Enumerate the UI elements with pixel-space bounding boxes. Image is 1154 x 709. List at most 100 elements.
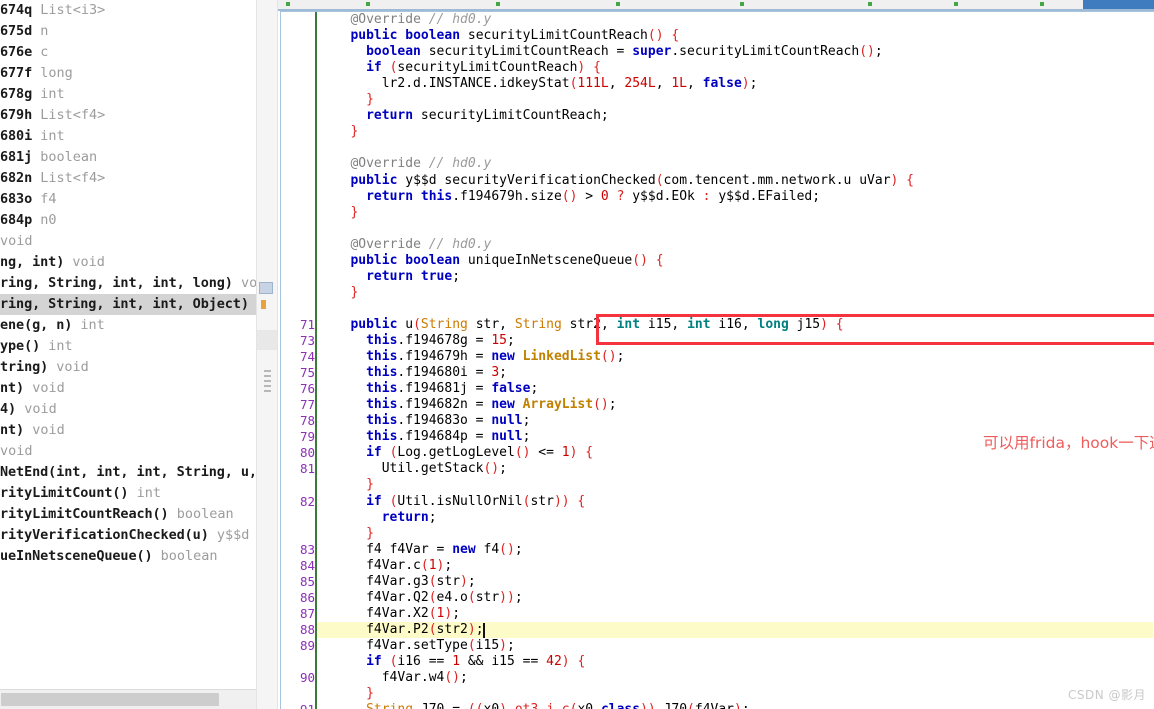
member-row[interactable]: ueInNetsceneQueue() boolean bbox=[0, 546, 256, 567]
member-row[interactable]: tring) void bbox=[0, 357, 256, 378]
member-row[interactable]: ring, String, int, int, Object) v bbox=[0, 294, 256, 315]
member-row[interactable]: rityLimitCountReach() boolean bbox=[0, 504, 256, 525]
code-line[interactable]: lr2.d.INSTANCE.idkeyStat(111L, 254L, 1L,… bbox=[382, 76, 758, 92]
code-line[interactable]: f4Var.X2(1); bbox=[366, 606, 460, 622]
code-token: str, bbox=[475, 316, 515, 332]
code-token: 111L bbox=[577, 76, 609, 92]
editor-top-marker-stripe[interactable] bbox=[278, 0, 1154, 9]
code-token: { bbox=[569, 654, 586, 669]
text-caret bbox=[483, 622, 486, 638]
code-line[interactable]: public boolean uniqueInNetsceneQueue() { bbox=[350, 253, 663, 269]
member-name: ring, String, int, int, Object) bbox=[0, 296, 249, 312]
line-number: 86 bbox=[299, 589, 315, 605]
left-panel-horizontal-scrollbar[interactable] bbox=[0, 689, 256, 709]
class-members-panel[interactable]: 674q List<i3> 675d n 676e c 677f long 678g i… bbox=[0, 0, 256, 689]
panel-splitter[interactable] bbox=[256, 0, 278, 709]
member-row[interactable]: void bbox=[0, 441, 256, 462]
code-line[interactable]: f4 f4Var = new f4(); bbox=[366, 542, 523, 558]
code-line[interactable]: @Override // hd0.y bbox=[350, 156, 491, 172]
field-icon bbox=[261, 300, 266, 309]
member-row[interactable]: 683o f4 bbox=[0, 189, 256, 210]
member-row[interactable]: NetEnd(int, int, int, String, u, bbox=[0, 462, 256, 483]
member-row[interactable]: 4) void bbox=[0, 399, 256, 420]
code-token: str2, bbox=[569, 316, 617, 332]
code-line[interactable]: } bbox=[350, 124, 358, 140]
member-type: void bbox=[64, 254, 105, 270]
member-row[interactable]: void bbox=[0, 231, 256, 252]
code-line[interactable]: f4Var.c(1); bbox=[366, 558, 452, 574]
code-line[interactable]: public u(String str, String str2, int i1… bbox=[350, 317, 843, 333]
code-line[interactable]: this.f194679h = new LinkedList(); bbox=[366, 349, 624, 365]
code-line[interactable]: public y$$d securityVerificationChecked(… bbox=[350, 173, 914, 189]
member-row[interactable]: nt) void bbox=[0, 420, 256, 441]
marker-dot bbox=[868, 2, 872, 6]
line-number: 87 bbox=[299, 605, 315, 621]
code-line[interactable]: } bbox=[350, 205, 358, 221]
code-area[interactable]: @Override // hd0.y public boolean securit… bbox=[281, 12, 1153, 709]
member-row[interactable]: rityLimitCount() int bbox=[0, 483, 256, 504]
member-row[interactable]: nt) void bbox=[0, 378, 256, 399]
code-token: ( bbox=[428, 589, 437, 605]
code-line[interactable]: return securityLimitCountReach; bbox=[366, 108, 609, 124]
code-line[interactable]: } bbox=[366, 92, 374, 108]
code-token: () bbox=[632, 252, 648, 268]
member-name: 677f bbox=[0, 65, 33, 81]
code-token: ; bbox=[522, 429, 531, 445]
member-row[interactable]: ring, String, int, int, long) vo bbox=[0, 273, 256, 294]
code-line[interactable]: public boolean securityLimitCountReach()… bbox=[350, 28, 679, 44]
code-line[interactable]: if (Log.getLogLevel() <= 1) { bbox=[366, 445, 593, 461]
code-line[interactable]: this.f194683o = null; bbox=[366, 413, 530, 429]
code-token: // hd0.y bbox=[428, 156, 492, 172]
member-row[interactable]: ype() int bbox=[0, 336, 256, 357]
member-row[interactable]: 677f long bbox=[0, 63, 256, 84]
code-token: f4Var.Q2 bbox=[366, 589, 429, 605]
member-row[interactable]: 674q List<i3> bbox=[0, 0, 256, 21]
code-line[interactable]: f4Var.g3(str); bbox=[366, 574, 476, 590]
member-row[interactable]: 682n List<f4> bbox=[0, 168, 256, 189]
member-row[interactable]: 684p n0 bbox=[0, 210, 256, 231]
code-line[interactable]: f4Var.w4(); bbox=[382, 670, 468, 686]
member-type: int bbox=[40, 338, 73, 354]
code-token: false bbox=[702, 76, 742, 92]
member-row[interactable]: 675d n bbox=[0, 21, 256, 42]
code-line[interactable]: return true; bbox=[366, 269, 460, 285]
code-line[interactable]: } bbox=[366, 526, 374, 542]
code-line[interactable]: boolean securityLimitCountReach = super.… bbox=[366, 44, 883, 60]
code-line[interactable]: return; bbox=[382, 510, 437, 526]
code-line[interactable]: this.f194680i = 3; bbox=[366, 365, 507, 381]
code-token: } bbox=[350, 204, 359, 220]
scrollbar-thumb[interactable] bbox=[1, 693, 219, 706]
code-line[interactable]: this.f194684p = null; bbox=[366, 429, 530, 445]
code-token: return bbox=[366, 268, 421, 284]
code-line[interactable]: this.f194681j = false; bbox=[366, 381, 538, 397]
member-row[interactable]: ene(g, n) int bbox=[0, 315, 256, 336]
member-row[interactable]: 679h List<f4> bbox=[0, 105, 256, 126]
code-line[interactable]: this.f194682n = new ArrayList(); bbox=[366, 397, 616, 413]
member-row[interactable]: 680i int bbox=[0, 126, 256, 147]
code-line[interactable]: return this.f194679h.size() > 0 ? y$$d.E… bbox=[366, 189, 820, 205]
code-line[interactable]: this.f194678g = 15; bbox=[366, 333, 515, 349]
code-line[interactable]: } bbox=[366, 686, 374, 702]
code-line[interactable]: @Override // hd0.y bbox=[350, 237, 491, 253]
code-line[interactable]: String J70 = ((x0) ot3.j.c (x0.class)).J7… bbox=[366, 702, 750, 709]
code-token: ; bbox=[506, 637, 515, 653]
code-editor[interactable]: @Override // hd0.y public boolean securit… bbox=[280, 11, 1154, 709]
code-line[interactable]: f4Var.P2(str2); bbox=[366, 622, 483, 638]
member-row[interactable]: 676e c bbox=[0, 42, 256, 63]
member-row[interactable]: rityVerificationChecked(u) y$$d bbox=[0, 525, 256, 546]
splitter-pill bbox=[257, 330, 277, 350]
code-line[interactable]: @Override // hd0.y bbox=[350, 12, 491, 28]
splitter-grip[interactable] bbox=[264, 370, 271, 395]
code-line[interactable]: } bbox=[366, 477, 374, 493]
code-line[interactable]: f4Var.setType(i15); bbox=[366, 638, 515, 654]
code-line[interactable]: if (securityLimitCountReach) { bbox=[366, 60, 601, 76]
member-row[interactable]: 681j boolean bbox=[0, 147, 256, 168]
code-line[interactable]: f4Var.Q2(e4.o(str)); bbox=[366, 590, 523, 606]
code-line[interactable]: } bbox=[350, 285, 358, 301]
member-row[interactable]: ng, int) void bbox=[0, 252, 256, 273]
code-line[interactable]: if (i16 == 1 && i15 == 42) { bbox=[366, 654, 585, 670]
line-number: 89 bbox=[299, 637, 315, 653]
member-row[interactable]: 678g int bbox=[0, 84, 256, 105]
code-line[interactable]: Util.getStack(); bbox=[382, 461, 507, 477]
code-line[interactable]: if (Util.isNullOrNil(str)) { bbox=[366, 494, 585, 510]
